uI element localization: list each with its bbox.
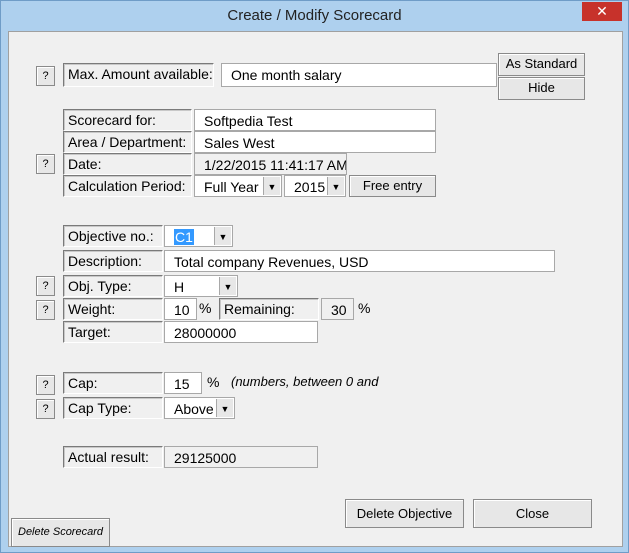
description-field[interactable]: Total company Revenues, USD xyxy=(164,250,555,272)
obj-type-label: Obj. Type: xyxy=(63,275,163,297)
max-amount-field[interactable]: One month salary xyxy=(221,63,497,87)
weight-field[interactable]: 10 xyxy=(164,298,197,320)
calculation-period-label: Calculation Period: xyxy=(63,175,192,197)
chevron-down-icon[interactable]: ▼ xyxy=(327,177,344,195)
cap-unit: % xyxy=(207,374,220,390)
scorecard-for-label: Scorecard for: xyxy=(63,109,192,131)
year-select[interactable]: 2015 ▼ xyxy=(284,175,346,197)
hide-button[interactable]: Hide xyxy=(498,77,585,100)
year-value: 2015 xyxy=(294,179,326,195)
as-standard-button[interactable]: As Standard xyxy=(498,53,585,76)
cap-type-value: Above xyxy=(174,401,214,417)
remaining-unit: % xyxy=(358,300,371,316)
max-amount-label: Max. Amount available: xyxy=(63,63,214,87)
help-button-cap-type[interactable]: ? xyxy=(36,399,55,419)
free-entry-button[interactable]: Free entry xyxy=(349,175,436,197)
help-button-max-amount[interactable]: ? xyxy=(36,66,55,86)
remaining-field: 30 xyxy=(321,298,354,320)
objective-no-select[interactable]: C1 ▼ xyxy=(164,225,233,247)
calculation-period-select[interactable]: Full Year ▼ xyxy=(194,175,282,197)
objective-no-label: Objective no.: xyxy=(63,225,163,247)
target-field[interactable]: 28000000 xyxy=(164,321,318,343)
delete-scorecard-button[interactable]: Delete Scorecard xyxy=(11,518,110,547)
chevron-down-icon[interactable]: ▼ xyxy=(216,399,233,417)
obj-type-value: H xyxy=(174,279,185,295)
calculation-period-value: Full Year xyxy=(204,179,259,195)
window-title: Create / Modify Scorecard xyxy=(227,7,402,24)
obj-type-select[interactable]: H ▼ xyxy=(164,275,238,297)
scorecard-for-field[interactable]: Softpedia Test xyxy=(194,109,436,131)
date-label: Date: xyxy=(63,153,192,175)
dialog-client: ? Max. Amount available: One month salar… xyxy=(8,31,623,547)
remaining-label: Remaining: xyxy=(219,298,319,320)
weight-label: Weight: xyxy=(63,298,163,320)
cap-type-label: Cap Type: xyxy=(63,397,163,419)
cap-hint: (numbers, between 0 and xyxy=(231,374,379,389)
weight-unit: % xyxy=(199,300,212,316)
cap-type-select[interactable]: Above ▼ xyxy=(164,397,235,419)
chevron-down-icon[interactable]: ▼ xyxy=(263,177,280,195)
objective-no-value: C1 xyxy=(174,229,194,245)
help-button-cap[interactable]: ? xyxy=(36,375,55,395)
delete-objective-button[interactable]: Delete Objective xyxy=(345,499,464,528)
chevron-down-icon[interactable]: ▼ xyxy=(214,227,231,245)
actual-result-field: 29125000 xyxy=(164,446,318,468)
description-label: Description: xyxy=(63,250,163,272)
cap-field[interactable]: 15 xyxy=(164,372,202,394)
dialog-window: Create / Modify Scorecard ✕ ? Max. Amoun… xyxy=(0,0,629,553)
window-close-icon[interactable]: ✕ xyxy=(582,2,622,21)
close-button[interactable]: Close xyxy=(473,499,592,528)
cap-label: Cap: xyxy=(63,372,163,394)
actual-result-label: Actual result: xyxy=(63,446,163,468)
area-department-field[interactable]: Sales West xyxy=(194,131,436,153)
target-label: Target: xyxy=(63,321,163,343)
date-field: 1/22/2015 11:41:17 AM xyxy=(194,153,347,175)
chevron-down-icon[interactable]: ▼ xyxy=(219,277,236,295)
help-button-scorecard[interactable]: ? xyxy=(36,154,55,174)
help-button-weight[interactable]: ? xyxy=(36,300,55,320)
help-button-obj-type[interactable]: ? xyxy=(36,276,55,296)
area-department-label: Area / Department: xyxy=(63,131,192,153)
